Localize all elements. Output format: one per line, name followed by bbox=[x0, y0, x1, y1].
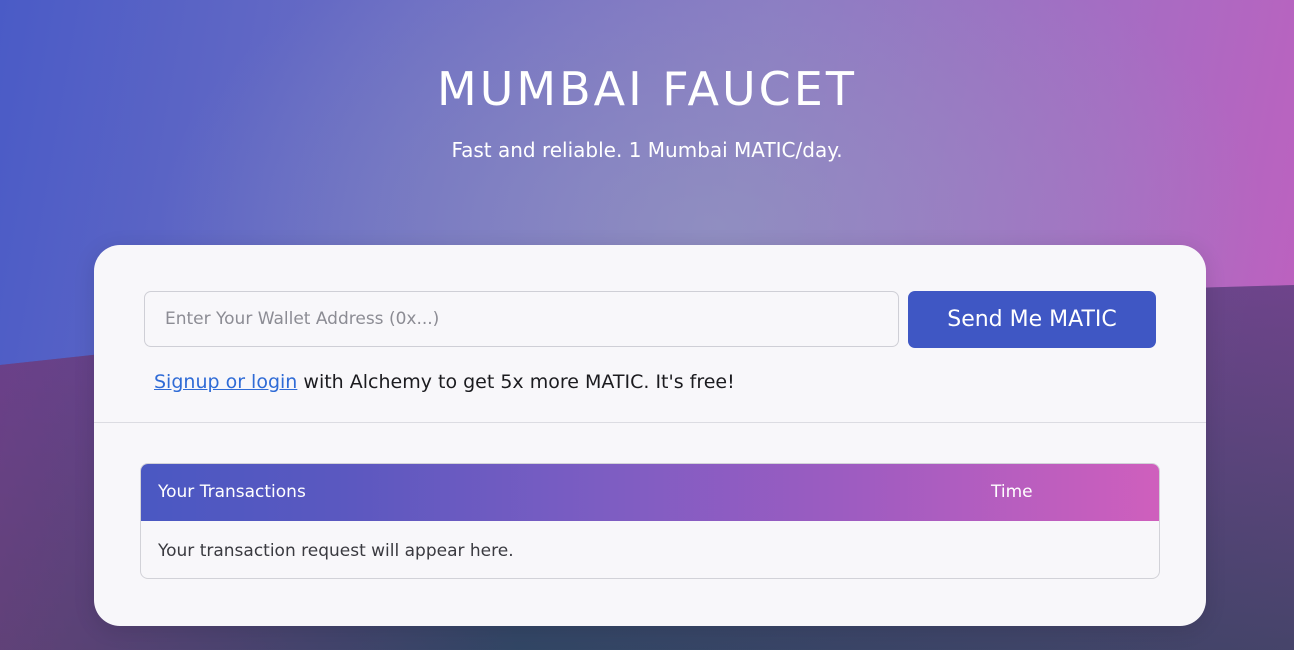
column-header-transactions: Your Transactions bbox=[158, 482, 306, 502]
page-subtitle: Fast and reliable. 1 Mumbai MATIC/day. bbox=[451, 138, 843, 162]
transactions-table: Your Transactions Time Your transaction … bbox=[140, 463, 1160, 579]
page-title: MUMBAI FAUCET bbox=[437, 62, 857, 116]
faucet-card: Send Me MATIC Signup or login with Alche… bbox=[94, 245, 1206, 626]
transactions-empty-message: Your transaction request will appear her… bbox=[158, 541, 514, 561]
wallet-address-input[interactable] bbox=[144, 291, 899, 347]
signup-promo: Signup or login with Alchemy to get 5x m… bbox=[154, 371, 735, 393]
promo-text: with Alchemy to get 5x more MATIC. It's … bbox=[297, 371, 735, 393]
page-background: MUMBAI FAUCET Fast and reliable. 1 Mumba… bbox=[0, 0, 1294, 650]
send-matic-button[interactable]: Send Me MATIC bbox=[908, 291, 1156, 348]
column-header-time: Time bbox=[991, 482, 1033, 502]
signup-login-link[interactable]: Signup or login bbox=[154, 371, 297, 393]
transactions-table-header: Your Transactions Time bbox=[141, 464, 1159, 521]
card-divider bbox=[94, 422, 1206, 423]
